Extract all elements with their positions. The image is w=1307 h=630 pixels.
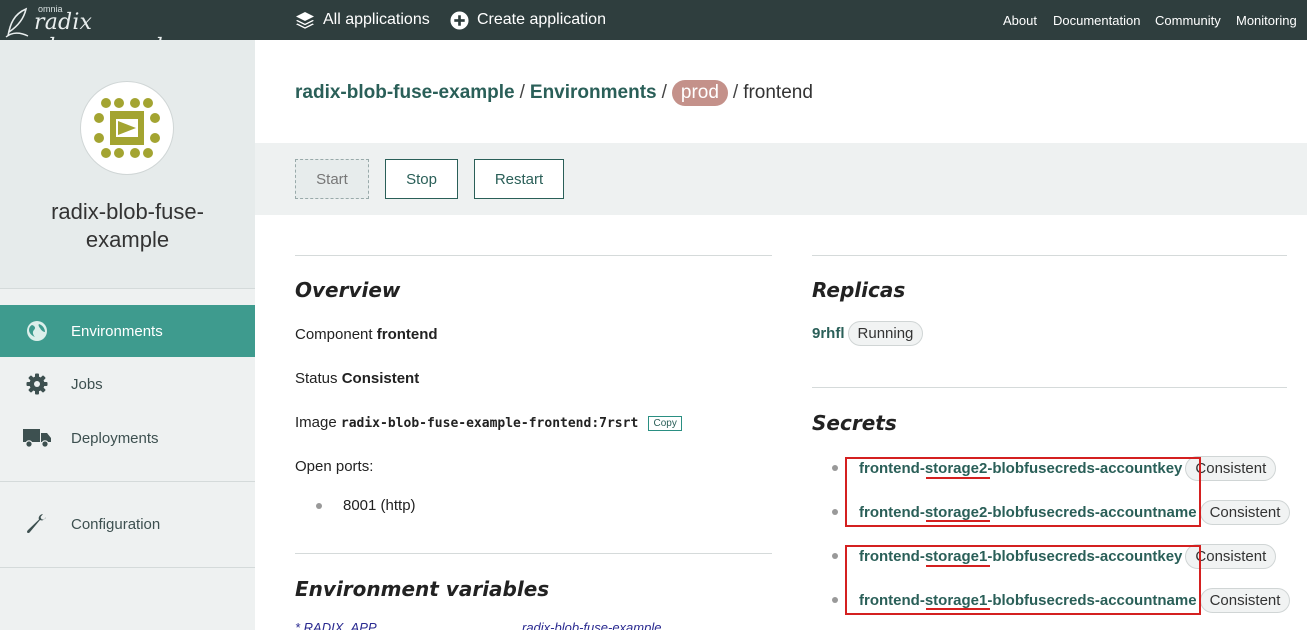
image-line: Image radix-blob-fuse-example-frontend:7… <box>295 414 682 431</box>
replicas-heading: Replicas <box>812 278 906 302</box>
bullet <box>832 465 838 471</box>
highlight-underline <box>926 608 990 610</box>
section-divider <box>295 255 772 256</box>
highlight-underline <box>926 520 990 522</box>
app-name: radix-blob-fuse-example <box>51 199 204 252</box>
gear-icon <box>20 373 54 395</box>
highlight-underline <box>926 565 990 567</box>
bullet <box>832 553 838 559</box>
section-divider <box>812 255 1287 256</box>
component-line: Component frontend <box>295 326 438 343</box>
sidebar-item-label: Configuration <box>71 515 161 533</box>
highlight-box-storage1 <box>845 545 1201 615</box>
image-label: Image <box>295 414 337 431</box>
secrets-heading: Secrets <box>812 411 897 435</box>
sidebar-item-label: Environments <box>71 322 163 340</box>
status-line: Status Consistent <box>295 370 419 387</box>
bullet <box>832 597 838 603</box>
radix-logo[interactable]: omnia radix playground <box>4 2 214 60</box>
start-button[interactable]: Start <box>295 159 369 199</box>
layers-icon <box>296 12 314 29</box>
status-label: Status <box>295 370 338 387</box>
app-header: radix-blob-fuse-example <box>0 40 255 289</box>
status-badge: Running <box>847 321 924 346</box>
port-list-item: 8001 (http) <box>316 497 416 514</box>
sidebar-item-environments[interactable]: Environments <box>0 305 255 357</box>
app-avatar <box>80 81 174 175</box>
action-bar: Start Stop Restart <box>255 143 1307 215</box>
breadcrumb-separator: / <box>519 82 525 103</box>
breadcrumb-component: frontend <box>743 82 813 103</box>
port-value: 8001 (http) <box>343 497 416 514</box>
component-label: Component <box>295 326 373 343</box>
copy-button[interactable]: Copy <box>648 415 682 431</box>
all-applications-link[interactable]: All applications <box>295 10 430 30</box>
create-application-link[interactable]: Create application <box>450 10 606 30</box>
app-logo-icon <box>94 98 160 158</box>
restart-button[interactable]: Restart <box>474 159 564 199</box>
sidebar-item-label: Deployments <box>71 429 159 447</box>
status-badge: Consistent <box>1199 499 1291 525</box>
top-navigation-bar: omnia radix playground All applications … <box>0 0 1307 60</box>
community-link[interactable]: Community <box>1155 13 1221 28</box>
environment-pill[interactable]: prod <box>671 80 728 106</box>
breadcrumb-separator: / <box>661 82 667 103</box>
about-link[interactable]: About <box>1003 13 1037 28</box>
truck-icon <box>20 428 54 448</box>
sidebar-item-configuration[interactable]: Configuration <box>0 498 255 550</box>
overview-heading: Overview <box>295 278 401 302</box>
status-badge: Consistent <box>1199 587 1291 613</box>
stop-button[interactable]: Stop <box>385 159 458 199</box>
sidebar-item-deployments[interactable]: Deployments <box>0 412 255 464</box>
highlight-underline <box>926 477 990 479</box>
globe-icon <box>20 320 54 342</box>
breadcrumb: radix-blob-fuse-example / Environments /… <box>295 78 813 108</box>
replica-row: 9rhfl Running <box>812 321 924 346</box>
status-value: Consistent <box>341 370 420 387</box>
bullet <box>832 509 838 515</box>
leaf-icon <box>5 7 29 38</box>
wrench-icon <box>20 513 54 535</box>
sidebar-divider <box>0 567 255 568</box>
image-value: radix-blob-fuse-example-frontend:7rsrt <box>340 416 639 431</box>
sidebar: radix-blob-fuse-example Environments Job… <box>0 40 255 630</box>
env-var-name: * RADIX_APP <box>295 620 377 630</box>
breadcrumb-separator: / <box>732 82 739 103</box>
ports-label: Open ports: <box>295 458 374 475</box>
sidebar-item-label: Jobs <box>71 375 103 393</box>
all-applications-label: All applications <box>323 11 430 28</box>
replica-link[interactable]: 9rhfl <box>812 325 845 342</box>
documentation-link[interactable]: Documentation <box>1053 13 1140 28</box>
section-divider <box>812 387 1287 388</box>
environment-variables-heading: Environment variables <box>295 577 550 601</box>
sidebar-divider <box>0 481 255 482</box>
highlight-box-storage2 <box>845 457 1201 527</box>
breadcrumb-environments-link[interactable]: Environments <box>530 82 657 104</box>
plus-circle-icon <box>450 10 469 30</box>
monitoring-link[interactable]: Monitoring <box>1236 13 1297 28</box>
env-var-value: radix-blob-fuse-example <box>522 620 662 630</box>
create-application-label: Create application <box>477 11 606 28</box>
bullet <box>316 502 322 509</box>
section-divider <box>295 553 772 554</box>
component-value: frontend <box>376 326 438 343</box>
breadcrumb-app-link[interactable]: radix-blob-fuse-example <box>295 82 515 104</box>
sidebar-item-jobs[interactable]: Jobs <box>0 358 255 410</box>
